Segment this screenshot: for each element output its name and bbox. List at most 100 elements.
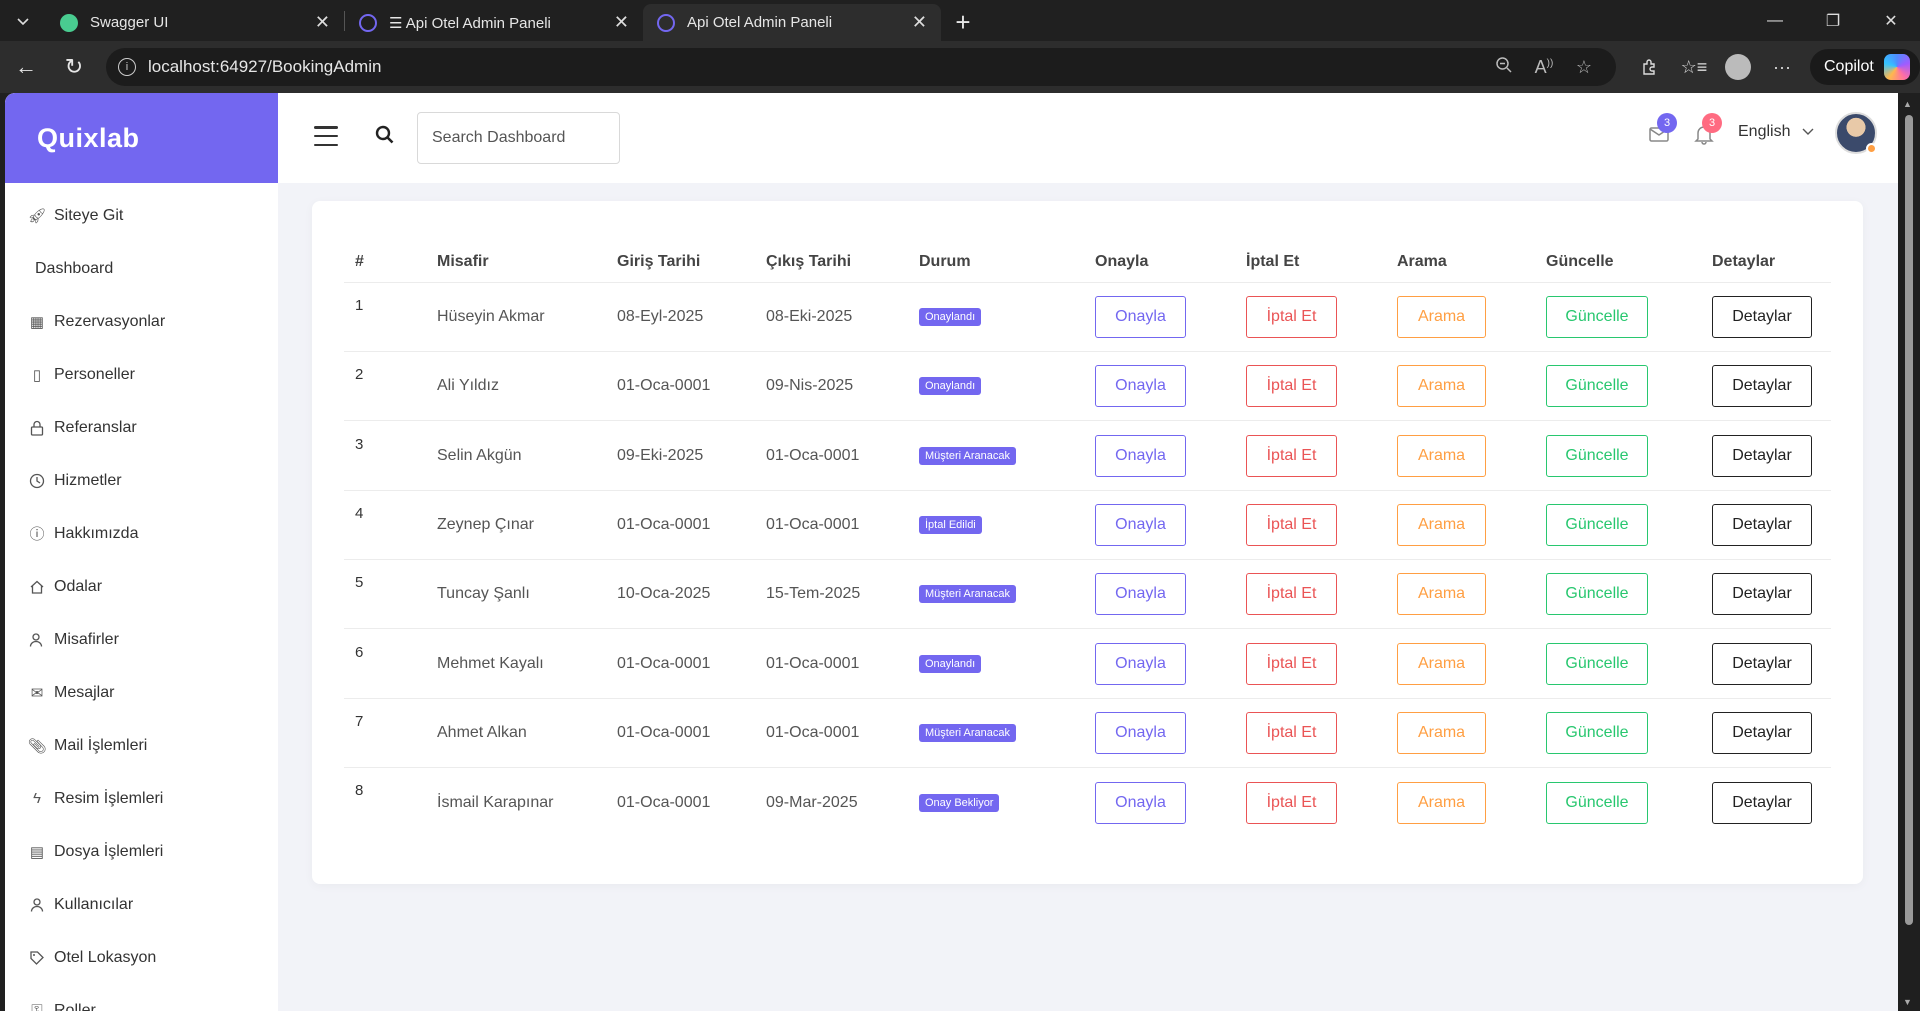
favorite-star-icon[interactable]: ☆ [1564, 57, 1604, 78]
sidebar-item-personeller[interactable]: ▯ Personeller [5, 348, 278, 401]
call-button[interactable]: Arama [1397, 503, 1486, 546]
new-tab-button[interactable]: + [941, 4, 985, 41]
call-button[interactable]: Arama [1397, 711, 1486, 754]
maximize-icon[interactable]: ❐ [1804, 0, 1862, 41]
checkout-date: 15-Tem-2025 [766, 585, 861, 603]
update-button[interactable]: Güncelle [1546, 711, 1648, 754]
approve-button[interactable]: Onayla [1095, 781, 1186, 824]
notification-button[interactable]: 3 [1693, 113, 1722, 147]
sidebar-item-misafirler[interactable]: Misafirler [5, 613, 278, 666]
sidebar-item-rezervasyonlar[interactable]: ▦ Rezervasyonlar [5, 295, 278, 348]
profile-icon[interactable] [1716, 45, 1760, 89]
sidebar-item-referanslar[interactable]: Referanslar [5, 401, 278, 454]
close-tab-icon[interactable]: ✕ [912, 12, 927, 33]
search-input[interactable] [417, 112, 620, 164]
sidebar-item-odalar[interactable]: Odalar [5, 560, 278, 613]
details-button[interactable]: Detaylar [1712, 296, 1812, 338]
info-icon: ⓘ [29, 526, 45, 543]
column-header-update: Güncelle [1546, 252, 1614, 270]
back-icon[interactable]: ← [4, 45, 48, 89]
mail-button[interactable]: 3 [1648, 113, 1677, 147]
browser-tab-admin-1[interactable]: ☰ Api Otel Admin Paneli ✕ [345, 4, 643, 41]
cancel-button[interactable]: İptal Et [1246, 711, 1337, 754]
update-button[interactable]: Güncelle [1546, 365, 1648, 408]
scroll-down-icon[interactable]: ▼ [1903, 997, 1912, 1007]
call-button[interactable]: Arama [1397, 781, 1486, 824]
approve-button[interactable]: Onayla [1095, 296, 1186, 338]
page-scrollbar[interactable]: ▲ ▼ [1898, 93, 1920, 1011]
call-button[interactable]: Arama [1397, 642, 1486, 685]
approve-button[interactable]: Onayla [1095, 434, 1186, 477]
approve-button[interactable]: Onayla [1095, 573, 1186, 616]
cancel-button[interactable]: İptal Et [1246, 781, 1337, 824]
call-button[interactable]: Arama [1397, 296, 1486, 338]
cancel-button[interactable]: İptal Et [1246, 503, 1337, 546]
update-button[interactable]: Güncelle [1546, 434, 1648, 477]
update-button[interactable]: Güncelle [1546, 573, 1648, 616]
tab-actions-icon[interactable] [0, 0, 46, 41]
cancel-button[interactable]: İptal Et [1246, 296, 1337, 338]
copilot-button[interactable]: Copilot [1810, 49, 1920, 85]
reload-icon[interactable]: ↻ [52, 45, 96, 89]
bolt-icon: ϟ [33, 790, 41, 807]
sidebar-item-hakkimizda[interactable]: ⓘ Hakkımızda [5, 507, 278, 560]
search-icon[interactable] [374, 124, 396, 146]
details-button[interactable]: Detaylar [1712, 434, 1812, 477]
call-button[interactable]: Arama [1397, 434, 1486, 477]
scroll-up-icon[interactable]: ▲ [1903, 99, 1912, 109]
sidebar-item-mesajlar[interactable]: ✉ Mesajlar [5, 666, 278, 719]
approve-button[interactable]: Onayla [1095, 642, 1186, 685]
browser-tab-swagger[interactable]: Swagger UI ✕ [46, 4, 344, 41]
sidebar-item-resim-islemleri[interactable]: ϟ Resim İşlemleri [5, 772, 278, 825]
cancel-button[interactable]: İptal Et [1246, 573, 1337, 616]
sidebar-item-siteye-git[interactable]: 🚀︎ Siteye Git [5, 189, 278, 242]
site-info-icon[interactable]: i [118, 58, 136, 76]
approve-button[interactable]: Onayla [1095, 503, 1186, 546]
address-bar[interactable]: i localhost:64927/BookingAdmin A)) ☆ [106, 48, 1616, 86]
details-button[interactable]: Detaylar [1712, 711, 1812, 754]
call-button[interactable]: Arama [1397, 573, 1486, 616]
approve-button[interactable]: Onayla [1095, 711, 1186, 754]
sidebar-item-otel-lokasyon[interactable]: Otel Lokasyon [5, 931, 278, 984]
minimize-icon[interactable]: — [1746, 0, 1804, 41]
sidebar-item-dashboard[interactable]: Dashboard [5, 242, 278, 295]
details-button[interactable]: Detaylar [1712, 573, 1812, 616]
update-button[interactable]: Güncelle [1546, 642, 1648, 685]
column-header-details: Detaylar [1712, 252, 1776, 270]
menu-toggle-icon[interactable] [314, 126, 338, 146]
cancel-button[interactable]: İptal Et [1246, 642, 1337, 685]
zoom-icon[interactable] [1484, 56, 1524, 79]
status-badge: Onaylandı [919, 654, 982, 673]
sidebar-item-hizmetler[interactable]: Hizmetler [5, 454, 278, 507]
favorites-icon[interactable]: ☆≡ [1672, 45, 1716, 89]
more-options-icon[interactable]: ··· [1760, 45, 1804, 89]
avatar[interactable] [1835, 112, 1877, 154]
sidebar-item-roller[interactable]: ⚿ Roller [5, 984, 278, 1011]
sidebar-item-mail-islemleri[interactable]: 📎︎ Mail İşlemleri [5, 719, 278, 772]
scrollbar-thumb[interactable] [1905, 115, 1913, 925]
details-button[interactable]: Detaylar [1712, 503, 1812, 546]
language-select[interactable]: English [1738, 123, 1814, 141]
details-button[interactable]: Detaylar [1712, 365, 1812, 408]
details-button[interactable]: Detaylar [1712, 781, 1812, 824]
update-button[interactable]: Güncelle [1546, 296, 1648, 338]
close-tab-icon[interactable]: ✕ [315, 12, 330, 33]
close-window-icon[interactable]: ✕ [1862, 0, 1920, 41]
swagger-favicon-icon [60, 13, 78, 32]
sidebar-item-label: Hakkımızda [54, 524, 139, 542]
badge-icon: ▯ [32, 366, 42, 384]
cancel-button[interactable]: İptal Et [1246, 365, 1337, 408]
details-button[interactable]: Detaylar [1712, 642, 1812, 685]
read-aloud-icon[interactable]: A)) [1524, 57, 1564, 78]
extensions-icon[interactable] [1628, 45, 1672, 89]
close-tab-icon[interactable]: ✕ [614, 12, 629, 33]
sidebar-item-kullanicilar[interactable]: Kullanıcılar [5, 878, 278, 931]
update-button[interactable]: Güncelle [1546, 781, 1648, 824]
call-button[interactable]: Arama [1397, 365, 1486, 408]
approve-button[interactable]: Onayla [1095, 365, 1186, 408]
browser-tab-admin-2[interactable]: Api Otel Admin Paneli ✕ [643, 4, 941, 41]
brand-logo[interactable]: Quixlab [5, 93, 278, 183]
update-button[interactable]: Güncelle [1546, 503, 1648, 546]
cancel-button[interactable]: İptal Et [1246, 434, 1337, 477]
sidebar-item-dosya-islemleri[interactable]: ▤ Dosya İşlemleri [5, 825, 278, 878]
